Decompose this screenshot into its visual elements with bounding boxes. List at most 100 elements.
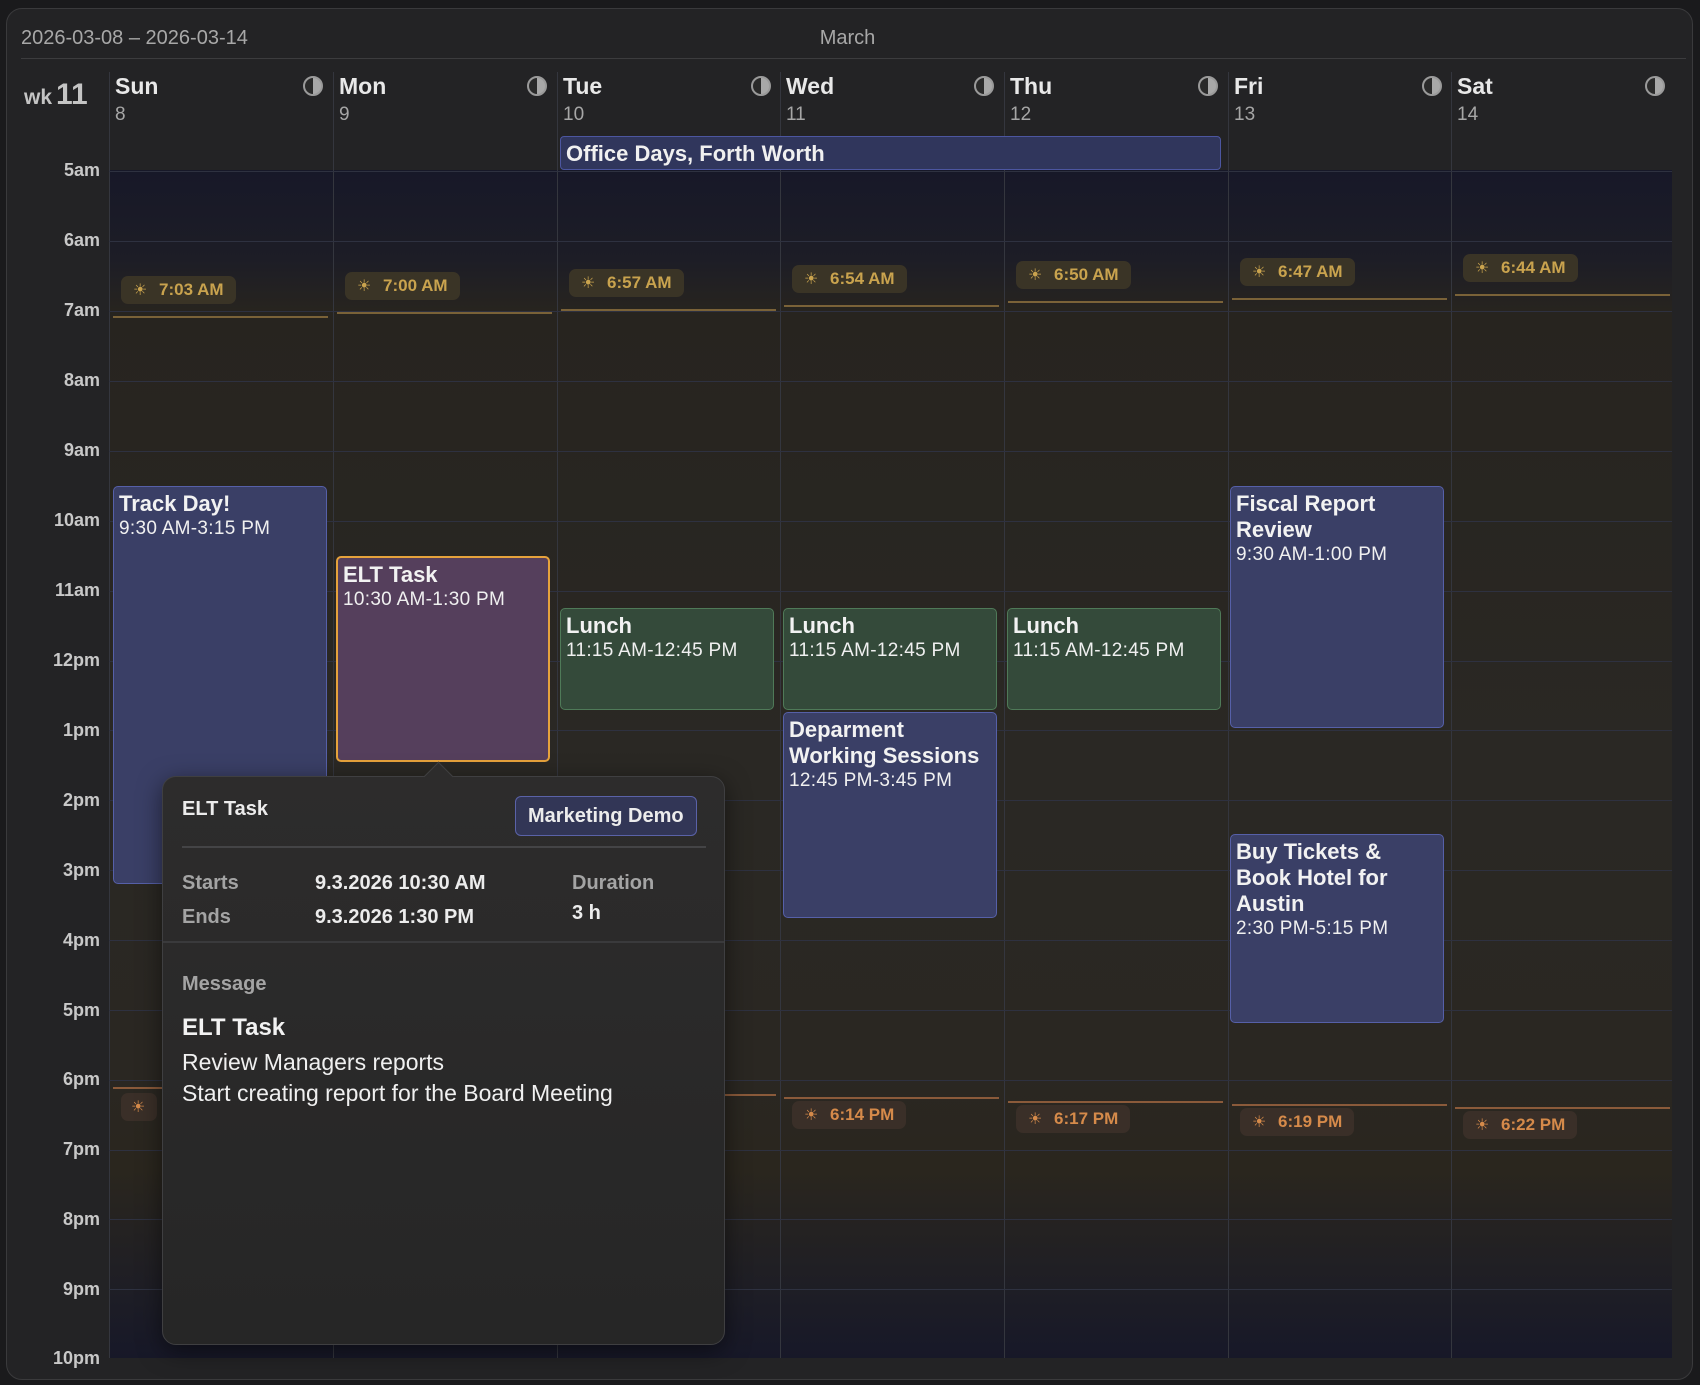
- event-buy-tickets[interactable]: Buy Tickets & Book Hotel for Austin 2:30…: [1230, 834, 1444, 1023]
- event-title: Deparment Working Sessions: [789, 717, 980, 768]
- moon-phase-icon: [751, 76, 771, 96]
- sunrise-time: 6:44 AM: [1501, 258, 1566, 277]
- hour-label: 10am: [53, 510, 100, 530]
- moon-phase-icon: [1198, 76, 1218, 96]
- hour-line: [109, 241, 1672, 242]
- day-header-sun[interactable]: Sun 8: [109, 72, 333, 132]
- event-time: 2:30 PM-5:15 PM: [1236, 918, 1389, 939]
- hour-label: 5pm: [62, 1000, 100, 1020]
- moon-phase-icon: [303, 76, 323, 96]
- sunset-time: 6:22 PM: [1501, 1115, 1566, 1134]
- event-time: 9:30 AM-3:15 PM: [119, 518, 271, 539]
- event-elt-task[interactable]: ELT Task 10:30 AM-1:30 PM: [336, 556, 550, 762]
- sunset-line: [784, 1097, 999, 1099]
- day-header-mon[interactable]: Mon 9: [333, 72, 557, 132]
- event-time: 12:45 PM-3:45 PM: [789, 770, 953, 791]
- event-time: 10:30 AM-1:30 PM: [343, 589, 506, 610]
- duration-value: 3 h: [572, 902, 601, 924]
- sunrise-icon: ☀: [357, 278, 372, 295]
- day-date: 11: [786, 104, 806, 125]
- column-divider: [1228, 72, 1229, 1358]
- hour-line: [109, 451, 1672, 452]
- hour-label: 9pm: [62, 1279, 100, 1299]
- popover-divider: [182, 846, 706, 848]
- month-title: March: [819, 27, 876, 49]
- event-title: Fiscal Report Review: [1236, 491, 1376, 542]
- day-name: Wed: [786, 73, 835, 99]
- day-date: 8: [115, 104, 126, 125]
- day-header-thu[interactable]: Thu 12: [1004, 72, 1228, 132]
- event-time: 11:15 AM-12:45 PM: [566, 640, 738, 661]
- event-lunch-wed[interactable]: Lunch 11:15 AM-12:45 PM: [783, 608, 997, 710]
- event-title: Lunch: [789, 613, 855, 638]
- day-name: Sat: [1457, 73, 1493, 99]
- sunrise-icon: ☀: [581, 275, 596, 292]
- sunrise-icon: ☀: [804, 271, 819, 288]
- sunset-line: [1232, 1104, 1447, 1106]
- sunrise-badge: ☀ 6:57 AM: [569, 269, 684, 297]
- sunset-badge: ☀ 6:19 PM: [1240, 1108, 1355, 1136]
- event-department-sessions[interactable]: Deparment Working Sessions 12:45 PM-3:45…: [783, 712, 997, 918]
- moon-phase-icon: [1422, 76, 1442, 96]
- day-date: 12: [1010, 104, 1032, 125]
- ends-value[interactable]: 9.3.2026 1:30 PM: [315, 906, 474, 929]
- hour-line: [109, 381, 1672, 382]
- sunrise-icon: ☀: [1028, 267, 1043, 284]
- day-name: Mon: [339, 73, 387, 99]
- event-lunch-thu[interactable]: Lunch 11:15 AM-12:45 PM: [1007, 608, 1221, 710]
- sunrise-time: 7:03 AM: [159, 280, 224, 299]
- event-fiscal-report[interactable]: Fiscal Report Review 9:30 AM-1:00 PM: [1230, 486, 1444, 728]
- starts-value[interactable]: 9.3.2026 10:30 AM: [315, 872, 485, 895]
- popover-divider: [163, 941, 724, 943]
- message-label: Message: [182, 973, 267, 995]
- day-date: 9: [339, 104, 350, 125]
- message-body[interactable]: Review Managers reports Start creating r…: [182, 1047, 613, 1109]
- sunrise-badge: ☀ 7:03 AM: [121, 276, 236, 304]
- hour-label: 8pm: [62, 1209, 100, 1229]
- all-day-event[interactable]: Office Days, Forth Worth: [560, 136, 1221, 170]
- hour-label: 5am: [63, 160, 100, 180]
- day-date: 13: [1234, 104, 1256, 125]
- event-title: ELT Task: [343, 562, 438, 587]
- sunrise-time: 6:50 AM: [1054, 265, 1119, 284]
- duration-label: Duration: [572, 872, 655, 894]
- day-name: Sun: [115, 73, 159, 99]
- sunset-line: [1455, 1107, 1670, 1109]
- sunrise-line: [1455, 294, 1670, 296]
- sunrise-line: [113, 316, 328, 318]
- sunrise-badge: ☀ 6:47 AM: [1240, 258, 1355, 286]
- sunset-badge: ☀ 6:14 PM: [792, 1101, 907, 1129]
- header-divider: [21, 58, 1686, 59]
- week-value: 11: [56, 78, 88, 111]
- hour-label: 8am: [63, 370, 100, 390]
- sunrise-line: [561, 309, 776, 311]
- sunrise-line: [784, 305, 999, 307]
- event-detail-popover[interactable]: ELT Task Marketing Demo Starts 9.3.2026 …: [162, 761, 725, 1345]
- event-title: Lunch: [566, 613, 632, 638]
- sunrise-time: 6:57 AM: [607, 273, 672, 292]
- day-header-fri[interactable]: Fri 13: [1228, 72, 1452, 132]
- sunrise-line: [1008, 301, 1223, 303]
- hour-label: 10pm: [52, 1348, 100, 1368]
- sunset-time: 6:19 PM: [1278, 1112, 1343, 1131]
- day-header-sat[interactable]: Sat 14: [1451, 72, 1675, 132]
- moon-phase-icon: [974, 76, 994, 96]
- hour-label: 1pm: [62, 720, 100, 740]
- event-lunch-tue[interactable]: Lunch 11:15 AM-12:45 PM: [560, 608, 774, 710]
- day-name: Thu: [1010, 73, 1053, 99]
- sunset-badge: ☀ 6:22 PM: [1463, 1111, 1578, 1139]
- day-header-wed[interactable]: Wed 11: [780, 72, 1004, 132]
- hour-label: 3pm: [62, 860, 100, 880]
- calendar-selector-button[interactable]: Marketing Demo: [515, 796, 697, 836]
- hour-label: 4pm: [62, 930, 100, 950]
- event-time: 11:15 AM-12:45 PM: [789, 640, 961, 661]
- event-title: Lunch: [1013, 613, 1079, 638]
- sunrise-time: 6:47 AM: [1278, 262, 1343, 281]
- day-name: Tue: [563, 73, 603, 99]
- column-divider: [109, 72, 110, 1358]
- event-time: 11:15 AM-12:45 PM: [1013, 640, 1185, 661]
- hour-line: [109, 171, 1672, 172]
- sunset-icon: ☀: [1252, 1114, 1267, 1131]
- column-divider: [1004, 72, 1005, 1358]
- day-header-tue[interactable]: Tue 10: [557, 72, 781, 132]
